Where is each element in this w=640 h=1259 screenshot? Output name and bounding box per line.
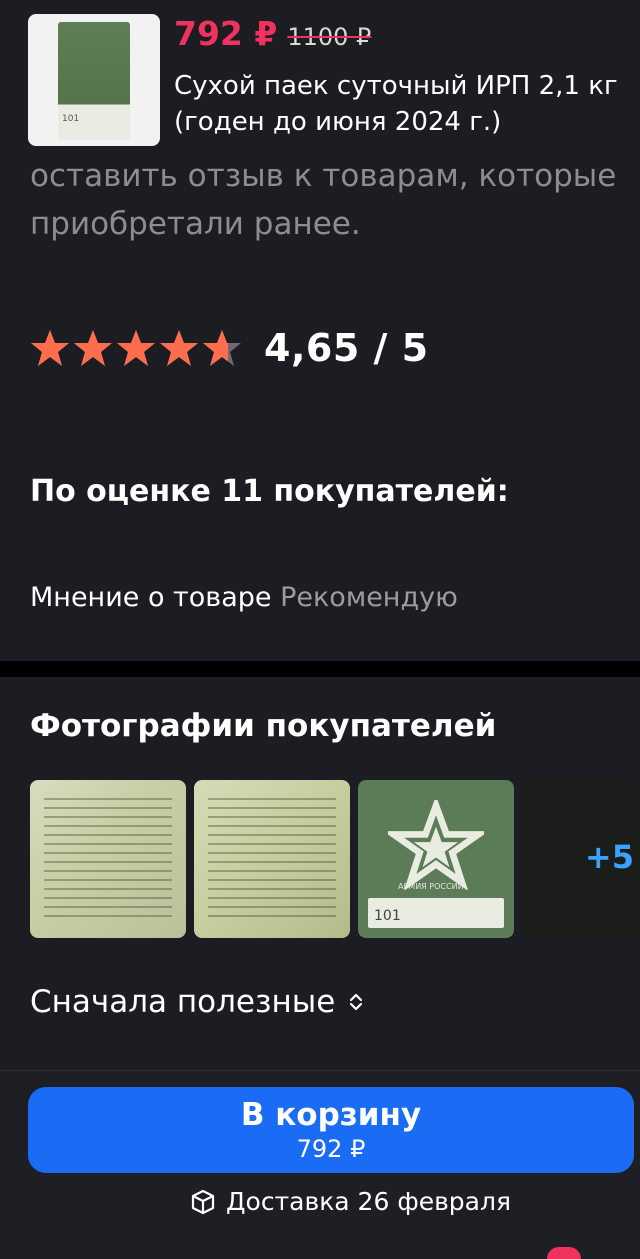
photo-code-text: 101 — [374, 908, 401, 924]
old-price: 1100 ₽ — [287, 23, 372, 51]
photo-document-texture — [208, 798, 336, 920]
opinion-label: Мнение о товаре — [30, 582, 272, 613]
photo-brand-text: АРМИЯ РОССИИ — [398, 882, 464, 891]
sort-updown-icon[interactable] — [345, 991, 367, 1013]
opinion-value: Рекомендую — [280, 582, 458, 613]
box-icon — [191, 1189, 215, 1214]
delivery-text: Доставка 26 февраля — [226, 1187, 512, 1216]
bottom-action-bar: В корзину 792 ₽ Доставка 26 февраля — [0, 1070, 640, 1259]
customer-photo-1[interactable] — [30, 780, 186, 938]
sort-label[interactable]: Сначала полезные — [30, 984, 335, 1020]
star-icon — [160, 330, 198, 366]
rating-stars — [30, 328, 242, 368]
more-photos-count[interactable]: +5 — [585, 838, 634, 876]
star-icon — [31, 330, 69, 366]
section-divider — [0, 661, 640, 677]
intro-line-1: оставить отзыв к товарам, которые — [30, 158, 617, 194]
customer-photo-2[interactable] — [194, 780, 350, 938]
photos-title: Фотографии покупателей — [30, 708, 497, 744]
star-icon — [117, 330, 155, 366]
rating-row: 4,65 / 5 — [30, 320, 429, 376]
current-price: 792 ₽ — [174, 14, 278, 53]
customer-photo-3[interactable]: АРМИЯ РОССИИ 101 — [358, 780, 514, 938]
star-icon — [203, 330, 241, 366]
add-to-cart-button[interactable]: В корзину 792 ₽ — [28, 1087, 634, 1173]
customer-photo-more[interactable]: +5 — [522, 780, 640, 938]
photo-document-texture — [44, 798, 172, 920]
review-count: По оценке 11 покупателей: — [30, 474, 509, 509]
rating-value: 4,65 / 5 — [264, 326, 429, 370]
star-icon — [74, 330, 112, 366]
customer-photo-strip[interactable]: АРМИЯ РОССИИ 101 +5 — [30, 780, 640, 938]
notification-badge[interactable] — [547, 1247, 581, 1259]
intro-text: оставить отзыв к товарам, которые приобр… — [30, 152, 640, 248]
product-header[interactable]: 101 792 ₽ 1100 ₽ Сухой паек суточный ИРП… — [0, 0, 640, 150]
pack-code: 101 — [62, 114, 80, 124]
product-thumbnail[interactable]: 101 — [28, 14, 160, 146]
intro-line-2: приобретали ранее. — [30, 206, 361, 242]
cart-button-label: В корзину — [240, 1097, 422, 1133]
price-row: 792 ₽ 1100 ₽ — [174, 14, 371, 58]
delivery-info: Доставка 26 февраля — [190, 1187, 511, 1216]
cart-button-price: 792 ₽ — [296, 1135, 366, 1163]
sort-selector[interactable]: Сначала полезные — [30, 984, 367, 1020]
army-star-icon — [388, 800, 484, 890]
product-title: Сухой паек суточный ИРП 2,1 кг (годен до… — [174, 71, 618, 137]
opinion-row: Мнение о товаре Рекомендую — [30, 582, 458, 613]
